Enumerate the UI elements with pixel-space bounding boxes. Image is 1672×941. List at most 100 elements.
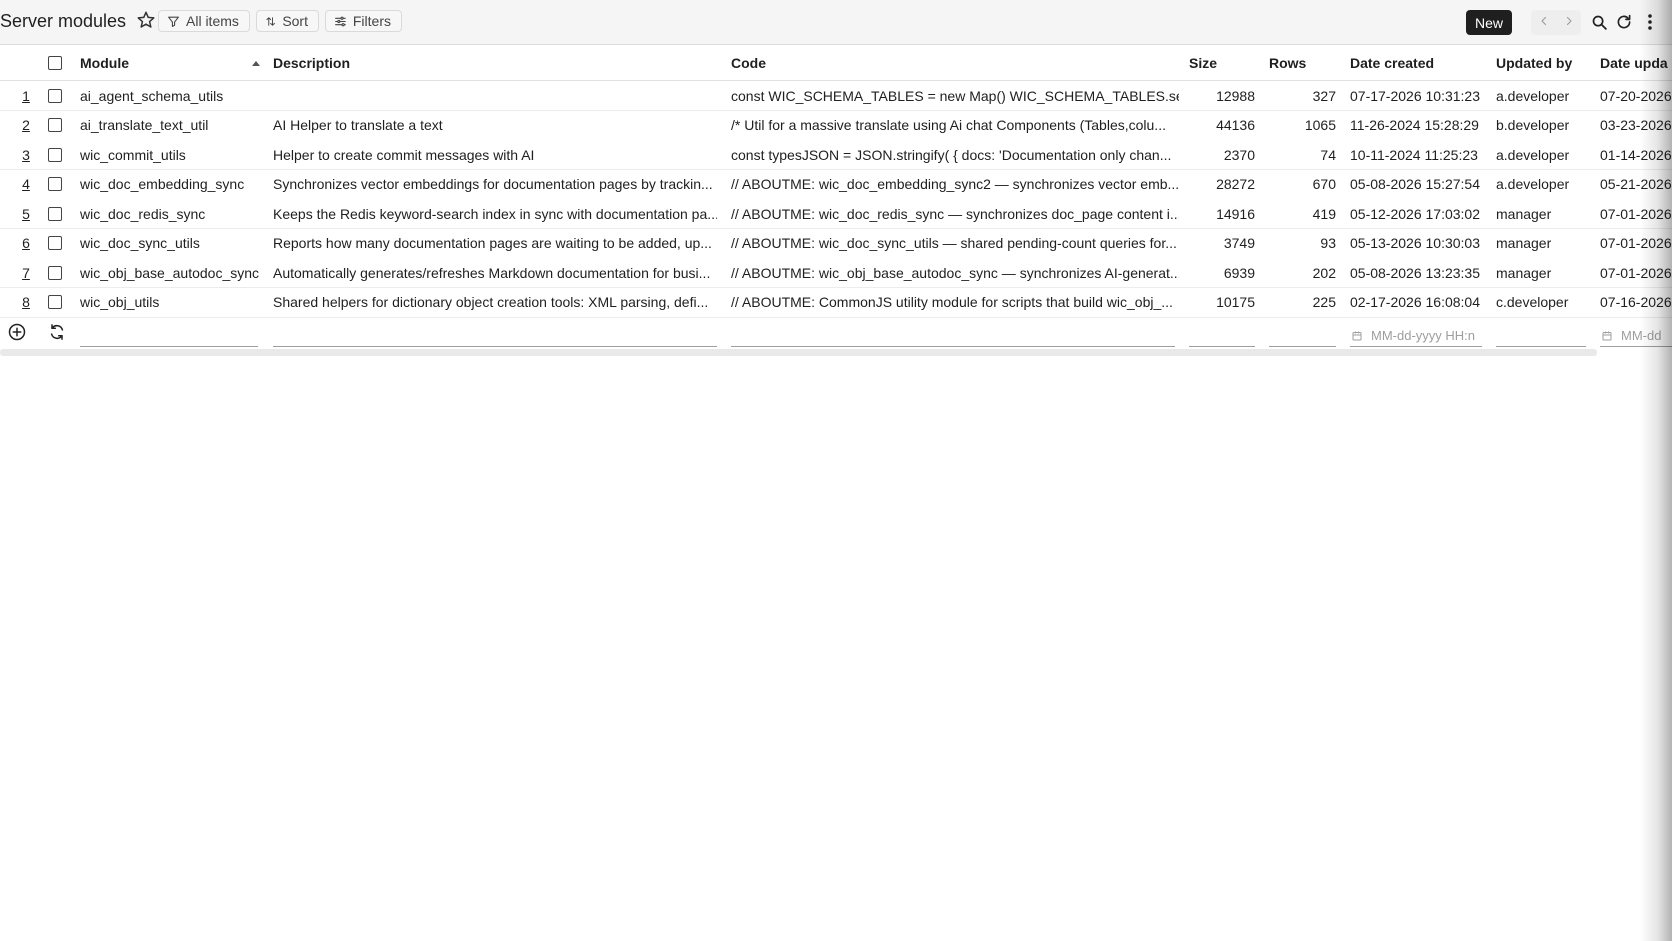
cell-size[interactable]: 28272 bbox=[1189, 170, 1255, 199]
filters-button[interactable]: Filters bbox=[325, 10, 402, 32]
new-button[interactable]: New bbox=[1466, 10, 1512, 35]
cell-code[interactable]: const WIC_SCHEMA_TABLES = new Map() WIC_… bbox=[731, 81, 1179, 110]
cell-date-created[interactable]: 07-17-2026 10:31:23 bbox=[1350, 81, 1485, 110]
select-all-checkbox[interactable] bbox=[48, 45, 66, 80]
new-rows-input[interactable] bbox=[1269, 346, 1336, 347]
refresh-icon[interactable] bbox=[1614, 12, 1634, 32]
table-row[interactable]: 3 wic_commit_utils Helper to create comm… bbox=[0, 140, 1672, 170]
cell-size[interactable]: 14916 bbox=[1189, 199, 1255, 228]
cell-date-created[interactable]: 05-08-2026 15:27:54 bbox=[1350, 170, 1485, 199]
row-checkbox[interactable] bbox=[48, 288, 66, 317]
cell-updated-by[interactable]: a.developer bbox=[1496, 170, 1596, 199]
cell-rows[interactable]: 202 bbox=[1269, 258, 1336, 287]
cell-module[interactable]: wic_obj_base_autodoc_sync bbox=[80, 258, 260, 287]
cell-rows[interactable]: 93 bbox=[1269, 229, 1336, 258]
table-row[interactable]: 2 ai_translate_text_util AI Helper to tr… bbox=[0, 110, 1672, 141]
cell-code[interactable]: // ABOUTME: wic_doc_embedding_sync2 — sy… bbox=[731, 170, 1179, 199]
table-row[interactable]: 7 wic_obj_base_autodoc_sync Automaticall… bbox=[0, 258, 1672, 288]
new-code-input[interactable] bbox=[731, 346, 1175, 347]
all-items-button[interactable]: All items bbox=[158, 10, 250, 32]
new-module-input[interactable] bbox=[80, 346, 258, 347]
cell-description[interactable]: Synchronizes vector embeddings for docum… bbox=[273, 170, 717, 199]
cell-module[interactable]: wic_doc_redis_sync bbox=[80, 199, 260, 228]
cell-module[interactable]: wic_commit_utils bbox=[80, 140, 260, 169]
row-checkbox[interactable] bbox=[48, 140, 66, 169]
row-number[interactable]: 2 bbox=[14, 111, 38, 140]
cell-date-updated[interactable]: 03-23-2026 bbox=[1600, 111, 1672, 140]
reset-icon[interactable] bbox=[47, 322, 67, 345]
row-checkbox[interactable] bbox=[48, 258, 66, 287]
cell-date-created[interactable]: 05-08-2026 13:23:35 bbox=[1350, 258, 1485, 287]
cell-size[interactable]: 10175 bbox=[1189, 288, 1255, 317]
cell-module[interactable]: wic_obj_utils bbox=[80, 288, 260, 317]
row-number[interactable]: 8 bbox=[14, 288, 38, 317]
row-number[interactable]: 4 bbox=[14, 170, 38, 199]
cell-rows[interactable]: 1065 bbox=[1269, 111, 1336, 140]
cell-code[interactable]: // ABOUTME: CommonJS utility module for … bbox=[731, 288, 1179, 317]
new-updated-by-input[interactable] bbox=[1496, 346, 1586, 347]
cell-module[interactable]: wic_doc_embedding_sync bbox=[80, 170, 260, 199]
add-circle-icon[interactable] bbox=[7, 322, 27, 345]
row-checkbox[interactable] bbox=[48, 229, 66, 258]
cell-updated-by[interactable]: b.developer bbox=[1496, 111, 1596, 140]
cell-updated-by[interactable]: manager bbox=[1496, 199, 1596, 228]
cell-date-created[interactable]: 05-13-2026 10:30:03 bbox=[1350, 229, 1485, 258]
column-header-updated-by[interactable]: Updated by bbox=[1496, 45, 1596, 80]
star-icon[interactable] bbox=[136, 10, 156, 30]
cell-updated-by[interactable]: manager bbox=[1496, 258, 1596, 287]
cell-rows[interactable]: 327 bbox=[1269, 81, 1336, 110]
more-vertical-icon[interactable] bbox=[1638, 12, 1662, 32]
cell-rows[interactable]: 225 bbox=[1269, 288, 1336, 317]
search-icon[interactable] bbox=[1589, 12, 1609, 32]
cell-size[interactable]: 12988 bbox=[1189, 81, 1255, 110]
chevron-left-icon[interactable] bbox=[1538, 14, 1550, 31]
cell-date-updated[interactable]: 07-01-2026 bbox=[1600, 258, 1672, 287]
cell-date-created[interactable]: 02-17-2026 16:08:04 bbox=[1350, 288, 1485, 317]
cell-date-updated[interactable]: 07-01-2026 bbox=[1600, 229, 1672, 258]
cell-date-updated[interactable]: 05-21-2026 bbox=[1600, 170, 1672, 199]
row-checkbox[interactable] bbox=[48, 170, 66, 199]
cell-date-updated[interactable]: 07-16-2026 bbox=[1600, 288, 1672, 317]
column-header-description[interactable]: Description bbox=[273, 45, 673, 80]
chevron-right-icon[interactable] bbox=[1563, 14, 1575, 31]
cell-description[interactable] bbox=[273, 81, 717, 110]
cell-rows[interactable]: 74 bbox=[1269, 140, 1336, 169]
column-header-module[interactable]: Module bbox=[80, 45, 250, 80]
cell-updated-by[interactable]: c.developer bbox=[1496, 288, 1596, 317]
column-header-code[interactable]: Code bbox=[731, 45, 1131, 80]
cell-updated-by[interactable]: manager bbox=[1496, 229, 1596, 258]
cell-module[interactable]: ai_agent_schema_utils bbox=[80, 81, 260, 110]
new-date-created-input[interactable] bbox=[1350, 346, 1482, 347]
table-row[interactable]: 5 wic_doc_redis_sync Keeps the Redis key… bbox=[0, 199, 1672, 229]
new-description-input[interactable] bbox=[273, 346, 717, 347]
cell-code[interactable]: // ABOUTME: wic_doc_sync_utils — shared … bbox=[731, 229, 1179, 258]
new-size-input[interactable] bbox=[1189, 346, 1255, 347]
horizontal-scrollbar[interactable] bbox=[0, 349, 1597, 356]
cell-date-updated[interactable]: 07-01-2026 bbox=[1600, 199, 1672, 228]
row-checkbox[interactable] bbox=[48, 81, 66, 110]
table-row[interactable]: 1 ai_agent_schema_utils const WIC_SCHEMA… bbox=[0, 81, 1672, 111]
cell-date-updated[interactable]: 01-14-2026 bbox=[1600, 140, 1672, 169]
cell-rows[interactable]: 419 bbox=[1269, 199, 1336, 228]
cell-date-created[interactable]: 11-26-2024 15:28:29 bbox=[1350, 111, 1485, 140]
cell-description[interactable]: Reports how many documentation pages are… bbox=[273, 229, 717, 258]
cell-description[interactable]: Keeps the Redis keyword-search index in … bbox=[273, 199, 717, 228]
row-number[interactable]: 7 bbox=[14, 258, 38, 287]
cell-code[interactable]: /* Util for a massive translate using Ai… bbox=[731, 111, 1179, 140]
sort-button[interactable]: Sort bbox=[256, 10, 319, 32]
cell-code[interactable]: const typesJSON = JSON.stringify( { docs… bbox=[731, 140, 1179, 169]
column-header-rows[interactable]: Rows bbox=[1269, 45, 1339, 80]
cell-description[interactable]: Shared helpers for dictionary object cre… bbox=[273, 288, 717, 317]
row-checkbox[interactable] bbox=[48, 111, 66, 140]
cell-description[interactable]: Helper to create commit messages with AI bbox=[273, 140, 717, 169]
row-number[interactable]: 3 bbox=[14, 140, 38, 169]
column-header-date-created[interactable]: Date created bbox=[1350, 45, 1480, 80]
cell-size[interactable]: 3749 bbox=[1189, 229, 1255, 258]
row-number[interactable]: 5 bbox=[14, 199, 38, 228]
cell-code[interactable]: // ABOUTME: wic_doc_redis_sync — synchro… bbox=[731, 199, 1179, 228]
cell-module[interactable]: wic_doc_sync_utils bbox=[80, 229, 260, 258]
cell-size[interactable]: 6939 bbox=[1189, 258, 1255, 287]
cell-rows[interactable]: 670 bbox=[1269, 170, 1336, 199]
table-row[interactable]: 4 wic_doc_embedding_sync Synchronizes ve… bbox=[0, 169, 1672, 200]
cell-updated-by[interactable]: a.developer bbox=[1496, 81, 1596, 110]
